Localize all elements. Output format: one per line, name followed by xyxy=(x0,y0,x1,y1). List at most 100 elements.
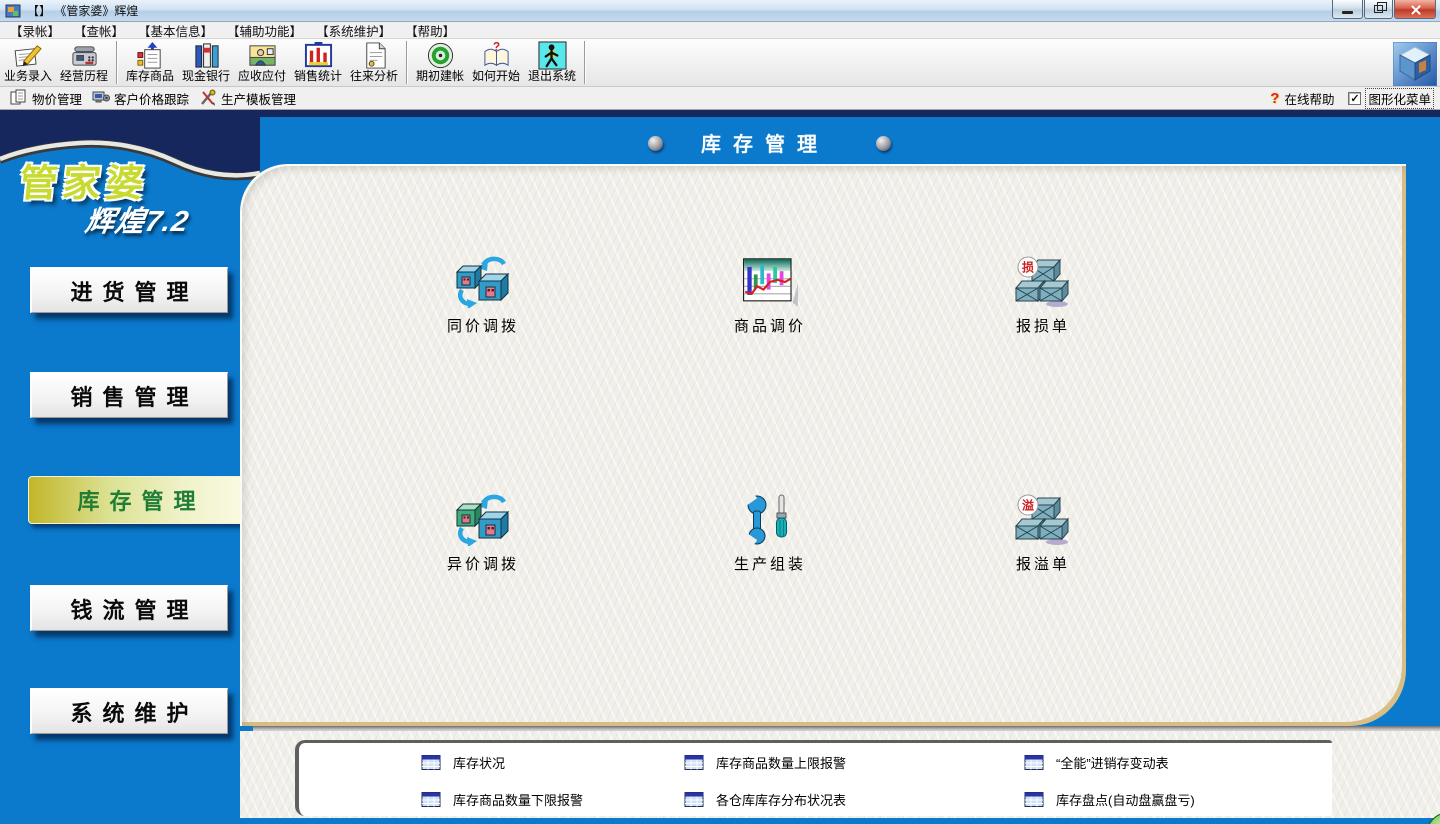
toolbar-account-analysis[interactable]: 往来分析 xyxy=(346,39,402,86)
secondary-toolbar: 物价管理 客户价格跟踪 生产模板管理 ? 在线帮助 ✓ 图形化菜单 xyxy=(0,87,1440,110)
title-bar: 【】 《管家婆》辉煌 xyxy=(0,0,1440,22)
toolbar-how-to-start[interactable]: ? 如何开始 xyxy=(468,39,524,86)
loss-badge: 损 xyxy=(1022,260,1034,275)
shortcut-transfer-same-price[interactable]: 同价调拨 xyxy=(398,256,568,336)
report-stocktaking[interactable]: 库存盘点(自动盘赢盘亏) xyxy=(1024,786,1195,812)
toolbar-label: 库存商品 xyxy=(126,70,174,83)
report-label: 各仓库库存分布状况表 xyxy=(716,790,846,809)
report-label: 库存商品数量上限报警 xyxy=(716,753,846,772)
toolbar-label: 生产模板管理 xyxy=(221,89,296,108)
price-docs-icon xyxy=(10,89,28,107)
goods-price-adjust-icon xyxy=(742,256,798,308)
monitor-icon xyxy=(92,89,110,107)
toolbar-label: 退出系统 xyxy=(528,70,576,83)
shortcut-transfer-diff-price[interactable]: 异价调拨 xyxy=(398,494,568,574)
toolbar-label: 业务录入 xyxy=(4,70,52,83)
toolbar-label: 现金银行 xyxy=(182,70,230,83)
toolbar-initial-setup[interactable]: 期初建帐 xyxy=(412,39,468,86)
report-label: 库存盘点(自动盘赢盘亏) xyxy=(1056,790,1195,809)
reports-panel: 库存状况 库存商品数量上限报警 “全能”进销存变动表 xyxy=(295,740,1332,816)
menu-system-maintenance[interactable]: 【系统维护】 xyxy=(312,21,395,40)
menu-record[interactable]: 【录帐】 xyxy=(6,21,64,40)
toolbar-exit-system[interactable]: 退出系统 xyxy=(524,39,580,86)
restore-button[interactable] xyxy=(1364,0,1393,19)
toolbar-label: 销售统计 xyxy=(294,70,342,83)
shortcut-label: 生产组装 xyxy=(685,553,855,574)
toolbar-label: 期初建帐 xyxy=(416,70,464,83)
cube-logo-icon[interactable] xyxy=(1393,42,1437,86)
shortcut-label: 异价调拨 xyxy=(398,553,568,574)
toolbar-business-history[interactable]: 经营历程 xyxy=(56,39,112,86)
brand-logo-version: 辉煌7.2 xyxy=(82,198,193,240)
menu-basic-info[interactable]: 【基本信息】 xyxy=(134,21,217,40)
toolbar-separator xyxy=(116,41,118,84)
online-help-link[interactable]: 在线帮助 xyxy=(1284,89,1334,108)
sphere-icon xyxy=(876,136,891,151)
report-omnipotent-change-table[interactable]: “全能”进销存变动表 xyxy=(1024,749,1169,775)
sidebar-item-sales-management[interactable]: 销售管理 xyxy=(30,372,228,418)
toolbar-label: 经营历程 xyxy=(60,70,108,83)
sales-stats-icon xyxy=(304,41,333,70)
shortcut-label: 报溢单 xyxy=(958,553,1128,574)
content-panel: 同价调拨 xyxy=(240,164,1406,726)
toolbar-label: 客户价格跟踪 xyxy=(114,89,189,108)
toolbar-sales-statistics[interactable]: 销售统计 xyxy=(290,39,346,86)
toolbar-separator xyxy=(584,41,586,84)
table-icon xyxy=(684,792,704,807)
tools-icon xyxy=(199,89,217,107)
overflow-report-icon: 溢 xyxy=(1015,494,1071,546)
graphical-menu-label[interactable]: 图形化菜单 xyxy=(1365,88,1434,109)
analysis-icon xyxy=(360,41,389,70)
toolbar-cash-bank[interactable]: 现金银行 xyxy=(178,39,234,86)
menu-help[interactable]: 【帮助】 xyxy=(401,21,459,40)
minimize-button[interactable] xyxy=(1332,0,1363,19)
toolbar-customer-price-tracking[interactable]: 客户价格跟踪 xyxy=(92,89,189,108)
report-label: 库存商品数量下限报警 xyxy=(453,790,583,809)
sidebar-item-purchase-management[interactable]: 进货管理 xyxy=(30,267,228,313)
shortcut-overflow-report[interactable]: 溢 报溢单 xyxy=(958,494,1128,574)
toolbar-label: 物价管理 xyxy=(32,89,82,108)
report-warehouse-distribution[interactable]: 各仓库库存分布状况表 xyxy=(684,786,846,812)
sidebar-item-cash-flow-management[interactable]: 钱流管理 xyxy=(30,585,228,631)
toolbar-price-management[interactable]: 物价管理 xyxy=(10,89,82,108)
sidebar-item-system-maintenance[interactable]: 系统维护 xyxy=(30,688,228,734)
sidebar-item-inventory-management[interactable]: 库存管理 xyxy=(28,476,245,524)
toolbar-label: 如何开始 xyxy=(472,70,520,83)
production-assembly-icon xyxy=(742,494,798,546)
toolbar-production-template-management[interactable]: 生产模板管理 xyxy=(199,89,296,108)
stock-goods-icon xyxy=(136,41,165,70)
history-icon xyxy=(70,41,99,70)
table-icon xyxy=(1024,792,1044,807)
toolbar-label: 应收应付 xyxy=(238,70,286,83)
minimize-icon xyxy=(1342,11,1353,14)
window-controls xyxy=(1331,0,1436,19)
shortcut-label: 报损单 xyxy=(958,315,1128,336)
close-button[interactable] xyxy=(1394,0,1436,19)
menu-bar: 【录帐】 【查帐】 【基本信息】 【辅助功能】 【系统维护】 【帮助】 xyxy=(0,22,1440,39)
report-label: 库存状况 xyxy=(453,753,505,772)
shortcut-loss-report[interactable]: 损 报损单 xyxy=(958,256,1128,336)
shortcut-goods-price-adjust[interactable]: 商品调价 xyxy=(685,256,855,336)
menu-query[interactable]: 【查帐】 xyxy=(70,21,128,40)
shortcut-label: 商品调价 xyxy=(685,315,855,336)
toolbar-stock-goods[interactable]: 库存商品 xyxy=(122,39,178,86)
menu-auxiliary[interactable]: 【辅助功能】 xyxy=(223,21,306,40)
transfer-diff-price-icon xyxy=(455,494,511,546)
shortcut-production-assembly[interactable]: 生产组装 xyxy=(685,494,855,574)
report-inventory-status[interactable]: 库存状况 xyxy=(421,749,505,775)
report-upper-limit-alarm[interactable]: 库存商品数量上限报警 xyxy=(684,749,846,775)
report-label: “全能”进销存变动表 xyxy=(1056,753,1169,772)
window-title: 【】 《管家婆》辉煌 xyxy=(27,2,138,19)
table-icon xyxy=(684,755,704,770)
toolbar-receivable-payable[interactable]: 应收应付 xyxy=(234,39,290,86)
table-icon xyxy=(421,792,441,807)
table-icon xyxy=(421,755,441,770)
report-lower-limit-alarm[interactable]: 库存商品数量下限报警 xyxy=(421,786,583,812)
app-icon xyxy=(5,3,21,19)
toolbar-separator xyxy=(406,41,408,84)
restore-icon xyxy=(1374,5,1383,13)
toolbar-business-entry[interactable]: 业务录入 xyxy=(0,39,56,86)
question-mark-icon: ? xyxy=(1270,90,1279,107)
graphical-menu-checkbox[interactable]: ✓ xyxy=(1348,92,1361,105)
main-area: 管家婆 辉煌7.2 进货管理 销售管理 库存管理 钱流管理 系统维护 库存管理 xyxy=(0,110,1440,824)
